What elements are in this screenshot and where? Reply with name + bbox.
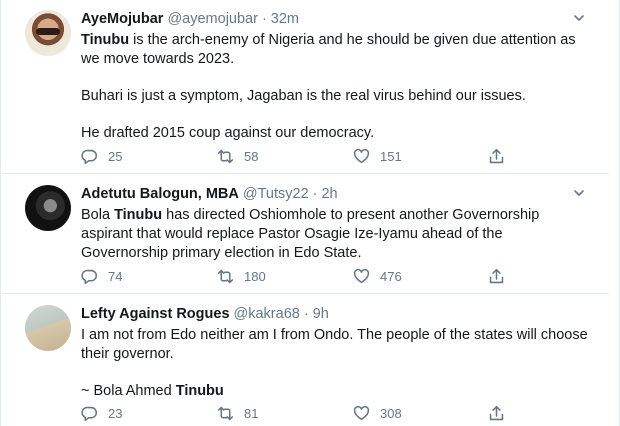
user-handle[interactable]: @Tutsy22 — [243, 185, 309, 203]
chevron-down-icon[interactable] — [573, 187, 585, 199]
tweet-actions: 74 180 476 — [81, 266, 504, 286]
like-button[interactable]: 476 — [353, 266, 402, 286]
highlighted-keyword: Tinubu — [175, 383, 224, 399]
reply-icon — [81, 149, 97, 164]
separator-dot: · — [261, 11, 267, 27]
reply-count: 74 — [108, 268, 123, 284]
avatar[interactable] — [25, 185, 71, 231]
share-icon — [489, 405, 504, 420]
like-button[interactable]: 151 — [353, 146, 402, 166]
highlighted-keyword: Tinubu — [114, 207, 163, 223]
tweet-text-segment: ~ Bola Ahmed — [81, 383, 176, 399]
timestamp[interactable]: 9h — [313, 305, 329, 323]
retweet-count: 81 — [244, 405, 259, 421]
like-count: 151 — [380, 148, 402, 164]
tweet[interactable]: Lefty Against Rogues @kakra68 · 9h I am … — [1, 295, 609, 426]
timestamp[interactable]: 32m — [271, 10, 299, 28]
separator-dot: · — [312, 186, 318, 202]
highlighted-keyword: Tinubu — [81, 32, 130, 48]
tweet-text-segment: Bola — [81, 207, 115, 223]
user-handle[interactable]: @kakra68 — [234, 305, 300, 323]
retweet-button[interactable]: 180 — [217, 266, 266, 286]
heart-icon — [353, 148, 370, 163]
tweet-actions: 25 58 151 — [81, 146, 504, 166]
share-button[interactable] — [488, 266, 505, 286]
display-name[interactable]: Adetutu Balogun, MBA — [81, 185, 239, 203]
timestamp[interactable]: 2h — [321, 185, 337, 203]
retweet-count: 180 — [244, 268, 266, 284]
reply-icon — [81, 406, 97, 421]
share-button[interactable] — [488, 146, 505, 166]
reply-count: 23 — [108, 405, 123, 421]
heart-icon — [353, 405, 370, 420]
user-handle[interactable]: @ayemojubar — [167, 10, 257, 28]
reply-count: 25 — [108, 148, 123, 164]
like-count: 308 — [380, 405, 402, 421]
retweet-icon — [217, 406, 234, 420]
retweet-button[interactable]: 58 — [217, 146, 258, 166]
tweet-paragraph: He drafted 2015 coup against our democra… — [81, 125, 375, 141]
tweet-actions: 23 81 308 — [81, 403, 504, 423]
tweet-text: I am not from Edo neither am I from Ondo… — [81, 326, 591, 401]
tweet-body: AyeMojubar @ayemojubar · 32m Tinubu is t… — [81, 10, 591, 143]
share-button[interactable] — [488, 403, 505, 423]
avatar[interactable] — [25, 10, 71, 56]
tweet-header: Adetutu Balogun, MBA @Tutsy22 · 2h — [81, 185, 591, 203]
heart-icon — [353, 268, 370, 283]
retweet-button[interactable]: 81 — [217, 403, 258, 423]
reply-button[interactable]: 23 — [81, 403, 122, 423]
tweet-text: Tinubu is the arch-enemy of Nigeria and … — [81, 31, 591, 143]
tweet-body: Adetutu Balogun, MBA @Tutsy22 · 2h Bola … — [81, 185, 591, 263]
separator-dot: · — [303, 306, 309, 322]
reply-button[interactable]: 74 — [81, 266, 122, 286]
retweet-icon — [217, 149, 234, 163]
reply-button[interactable]: 25 — [81, 146, 122, 166]
tweet-header: Lefty Against Rogues @kakra68 · 9h — [81, 305, 591, 323]
like-button[interactable]: 308 — [353, 403, 402, 423]
share-icon — [489, 148, 504, 163]
tweet[interactable]: AyeMojubar @ayemojubar · 32m Tinubu is t… — [1, 0, 609, 174]
share-icon — [489, 268, 504, 283]
display-name[interactable]: Lefty Against Rogues — [81, 305, 230, 323]
tweet-body: Lefty Against Rogues @kakra68 · 9h I am … — [81, 305, 591, 401]
tweet[interactable]: Adetutu Balogun, MBA @Tutsy22 · 2h Bola … — [1, 175, 609, 294]
like-count: 476 — [380, 268, 402, 284]
display-name[interactable]: AyeMojubar — [81, 10, 163, 28]
tweet-text: Bola Tinubu has directed Oshiomhole to p… — [81, 206, 591, 263]
reply-icon — [81, 269, 97, 284]
retweet-count: 58 — [244, 148, 259, 164]
retweet-icon — [217, 269, 234, 283]
chevron-down-icon[interactable] — [573, 12, 585, 24]
tweet-paragraph: I am not from Edo neither am I from Ondo… — [81, 327, 588, 362]
tweet-text-segment: is the arch-enemy of Nigeria and he shou… — [81, 32, 576, 67]
tweet-feed: AyeMojubar @ayemojubar · 32m Tinubu is t… — [0, 0, 620, 426]
avatar[interactable] — [25, 305, 71, 351]
tweet-paragraph: Buhari is just a symptom, Jagaban is the… — [81, 88, 526, 104]
tweet-header: AyeMojubar @ayemojubar · 32m — [81, 10, 591, 28]
